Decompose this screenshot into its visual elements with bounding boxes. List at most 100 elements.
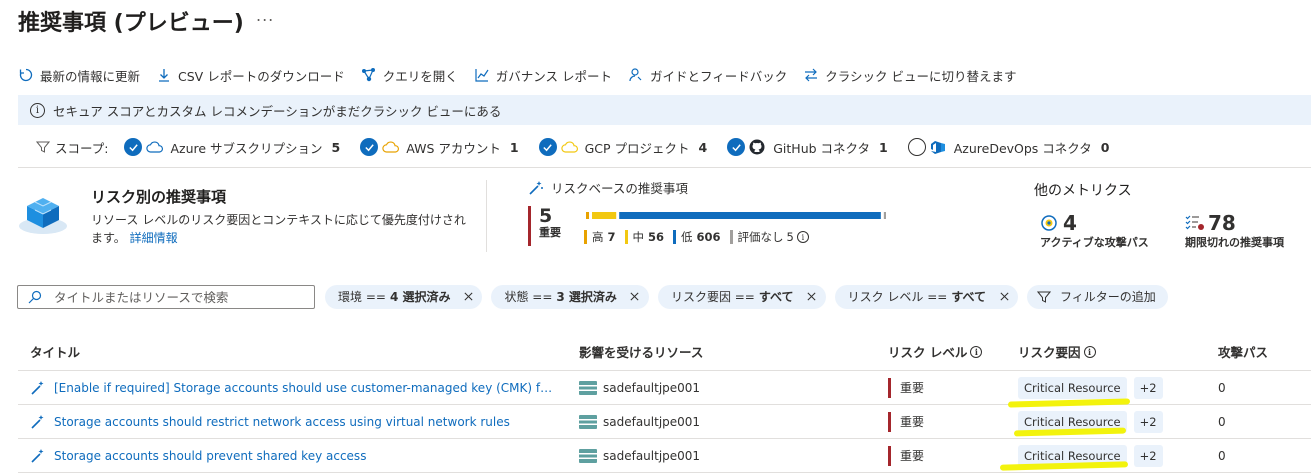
wand-icon [31,380,44,395]
close-icon[interactable] [806,291,818,303]
overdue-label: 期限切れの推奨事項 [1185,236,1284,249]
risk-legend: 高7 中 56 低 606 評価なし 5 i [584,229,818,245]
col-attack-paths[interactable]: 攻撃パス [1198,342,1311,361]
storage-account-icon [579,380,597,395]
resource-name[interactable]: sadefaultjpe001 [603,415,700,429]
attack-paths-metric[interactable]: 4 アクティブな攻撃パス [1040,211,1149,250]
resource-name[interactable]: sadefaultjpe001 [603,449,700,463]
filter-pill-risk-level[interactable]: リスク レベル == すべて [834,284,1018,309]
row-resource-cell: sadefaultjpe001 [559,414,868,429]
risk-panel-description: リソース レベルのリスク要因とコンテキストに応じて優先度付けされます。 詳細情報 [91,211,471,247]
recommendation-link[interactable]: [Enable if required] Storage accounts sh… [54,381,559,395]
learn-more-link[interactable]: 詳細情報 [130,231,178,245]
filter-pill-status[interactable]: 状態 == 3 選択済み [491,284,649,309]
risk-factor-tag[interactable]: Critical Resource [1018,376,1127,399]
recommendation-link[interactable]: Storage accounts should restrict network… [54,415,510,429]
overdue-metric[interactable]: 78 期限切れの推奨事項 [1185,211,1284,250]
search-input[interactable]: タイトルまたはリソースで検索 [17,284,315,309]
risk-panel: リスク別の推奨事項 リソース レベルのリスク要因とコンテキストに応じて優先度付け… [14,180,494,250]
col-title[interactable]: タイトル [18,342,559,361]
scope-aws[interactable]: AWS アカウント 1 [360,138,519,157]
check-icon[interactable] [124,138,143,156]
scope-azure[interactable]: Azure サブスクリプション 5 [124,138,340,157]
filter-value: 3 選択済み [556,290,617,304]
close-icon[interactable] [462,291,474,303]
resource-name[interactable]: sadefaultjpe001 [603,381,700,395]
guide-feedback-button[interactable]: ガイドとフィードバック [628,66,787,85]
open-query-label: クエリを開く [382,68,458,84]
filter-value: 4 選択済み [389,290,451,304]
scope-azure-devops[interactable]: AzureDevOps コネクタ 0 [907,138,1110,157]
scope-github-name: GitHub コネクタ [773,140,871,156]
legend-unassessed-label: 評価なし [737,230,784,244]
legend-swatch [584,230,587,244]
add-filter-button[interactable]: フィルターの追加 [1027,284,1168,309]
risk-factor-more[interactable]: +2 [1133,410,1163,433]
critical-count: 5 重要 [528,206,566,246]
filter-pill-risk-factors[interactable]: リスク要因 == すべて [657,284,826,309]
refresh-button[interactable]: 最新の情報に更新 [18,66,140,85]
row-title-cell: Storage accounts should restrict network… [18,414,559,430]
open-query-button[interactable]: クエリを開く [361,66,458,85]
legend-medium-value: 56 [648,230,665,244]
row-resource-cell: sadefaultjpe001 [559,448,868,463]
legend-high-label: 高 [592,230,604,244]
row-risk-level-cell: 重要 [868,377,998,398]
close-icon[interactable] [998,291,1010,303]
scope-gcp[interactable]: GCP プロジェクト 4 [538,138,708,157]
risk-level-text: 重要 [900,381,925,395]
risk-factor-more[interactable]: +2 [1133,376,1163,399]
legend-medium: 中 56 [624,229,665,245]
table-header: タイトル 影響を受けるリソース リスク レベル i リスク要因 i 攻撃パス [18,333,1311,371]
legend-swatch [673,230,677,244]
risk-factor-more[interactable]: +2 [1133,444,1163,467]
col-resource[interactable]: 影響を受けるリソース [559,342,868,361]
query-icon [361,68,375,82]
add-filter-label: フィルターの追加 [1060,290,1156,304]
more-options-button[interactable]: ... [256,6,274,25]
severity-bar [888,411,891,432]
check-icon[interactable] [360,138,379,156]
scope-azure-devops-name: AzureDevOps コネクタ [953,140,1092,156]
aws-cloud-icon [382,139,400,155]
close-icon[interactable] [629,291,641,303]
legend-unassessed-value: 5 [786,230,794,244]
governance-report-label: ガバナンス レポート [495,68,612,84]
table-row[interactable]: Storage accounts should restrict network… [18,405,1311,439]
switch-classic-view-button[interactable]: クラシック ビューに切り替えます [803,66,1016,85]
azure-cloud-icon [146,139,164,155]
scope-github[interactable]: GitHub コネクタ 1 [727,138,888,157]
info-icon: i [30,102,45,118]
unchecked-circle-icon[interactable] [907,138,926,156]
check-icon[interactable] [538,138,557,156]
col-risk-level[interactable]: リスク レベル i [868,342,998,361]
download-csv-label: CSV レポートのダウンロード [178,68,345,84]
scope-aws-name: AWS アカウント [406,140,501,156]
recommendation-link[interactable]: Storage accounts should prevent shared k… [54,449,366,463]
filter-row: タイトルまたはリソースで検索 環境 == 4 選択済み 状態 == 3 選択済み リ… [17,284,1177,309]
wand-icon [31,414,44,429]
info-icon[interactable]: i [796,231,809,243]
row-risk-level-cell: 重要 [868,411,998,432]
row-risk-level-cell: 重要 [868,445,998,466]
legend-medium-label: 中 [632,230,645,244]
scope-aws-count: 1 [509,139,519,155]
check-icon[interactable] [727,138,746,156]
other-metrics-title: 他のメトリクス [1034,183,1132,199]
feedback-icon [629,68,642,82]
col-risk-factors[interactable]: リスク要因 i [998,342,1198,361]
divider [486,180,487,252]
filter-pill-environment[interactable]: 環境 == 4 選択済み [325,284,483,309]
risk-bar-segment [586,212,590,219]
info-icon[interactable]: i [970,345,983,358]
legend-unassessed: 評価なし 5 i [729,229,809,245]
scope-gcp-count: 4 [698,139,708,155]
critical-count-label: 重要 [539,226,561,239]
table-row[interactable]: Storage accounts should prevent shared k… [18,439,1311,473]
filter-icon [1037,291,1051,303]
download-csv-button[interactable]: CSV レポートのダウンロード [156,66,345,85]
legend-low: 低 606 [673,229,721,245]
scope-github-count: 1 [879,139,888,155]
info-icon[interactable]: i [1083,345,1096,358]
governance-report-button[interactable]: ガバナンス レポート [474,66,612,85]
